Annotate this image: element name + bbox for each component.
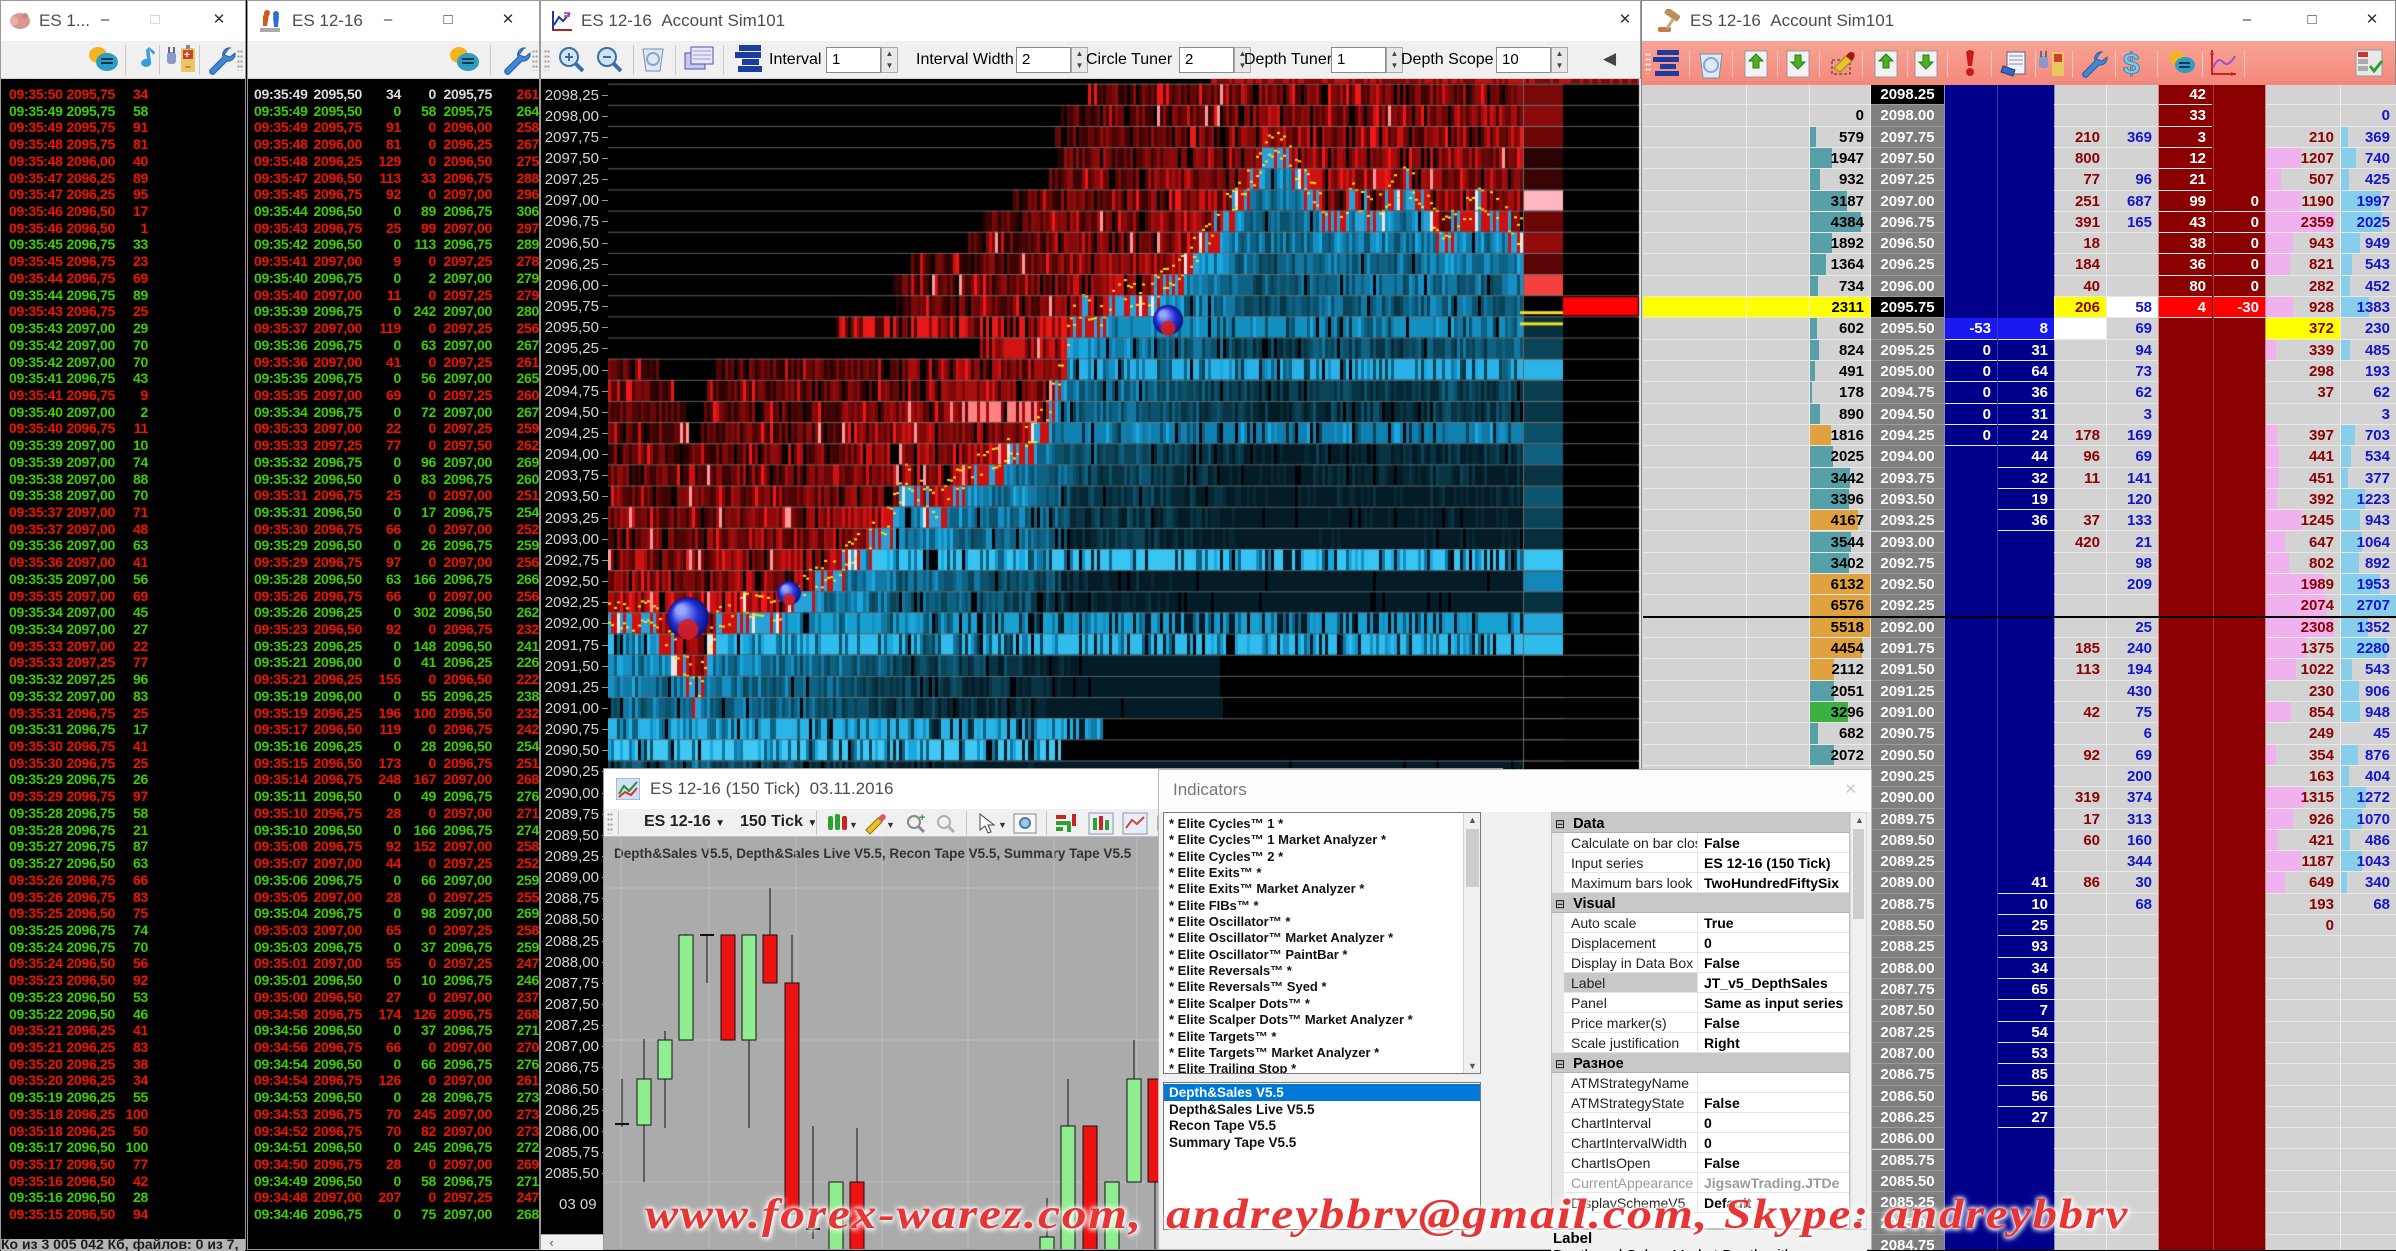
svg-text:+: + xyxy=(919,812,925,824)
svg-text:–: – xyxy=(185,61,191,73)
svg-text:$: $ xyxy=(2123,48,2140,79)
svg-text:▼: ▼ xyxy=(849,820,856,830)
svg-text:▼: ▼ xyxy=(998,820,1007,830)
svg-text:+: + xyxy=(184,50,190,61)
svg-text:▼: ▼ xyxy=(886,820,895,830)
